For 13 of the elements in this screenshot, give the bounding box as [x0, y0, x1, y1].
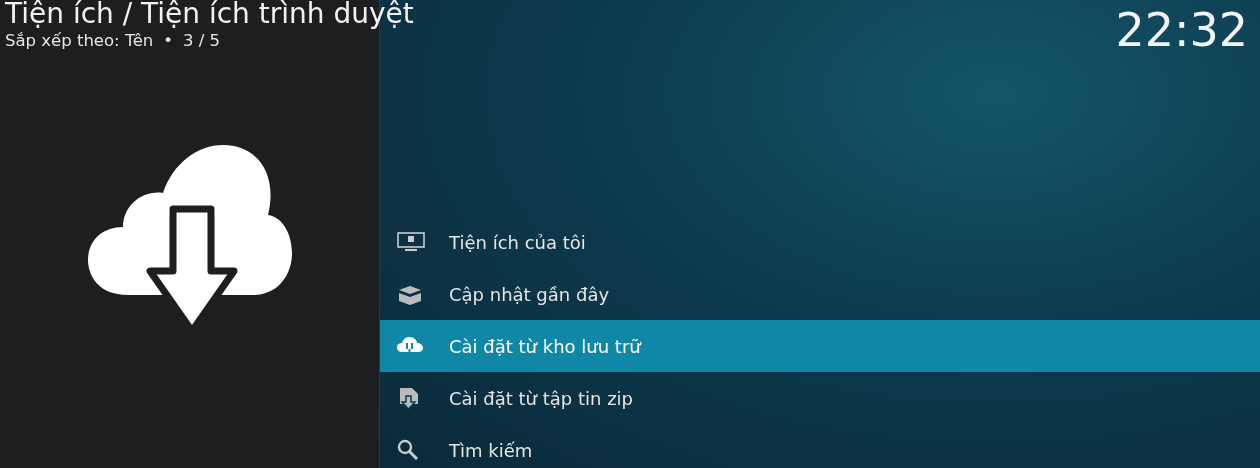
monitor-icon: [397, 232, 425, 252]
menu-item[interactable]: Cài đặt từ kho lưu trữ: [380, 320, 1260, 372]
menu-item[interactable]: Cài đặt từ tập tin zip: [380, 372, 1260, 424]
menu-item[interactable]: Tìm kiếm: [380, 424, 1260, 468]
separator: •: [163, 32, 174, 50]
menu-item[interactable]: Cập nhật gần đây: [380, 268, 1260, 320]
item-position: 3 / 5: [183, 32, 221, 50]
clock: 22:32: [1115, 4, 1248, 56]
breadcrumb-title: Tiện ích / Tiện ích trình duyệt: [5, 0, 414, 32]
sort-label: Sắp xếp theo: Tên: [5, 32, 154, 50]
search-icon: [397, 439, 419, 461]
menu-item[interactable]: Tiện ích của tôi: [380, 216, 1260, 268]
file-download-icon: [397, 386, 421, 410]
